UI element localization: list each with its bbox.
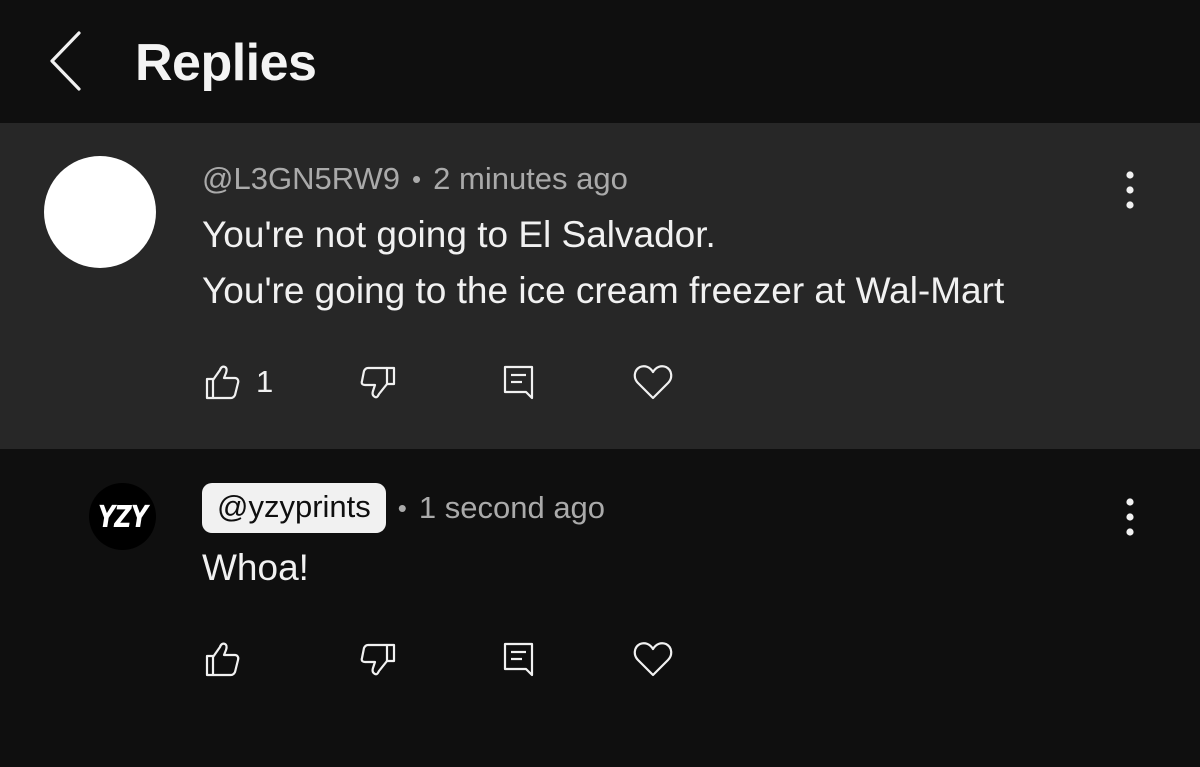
meta-separator: • <box>412 163 422 194</box>
page-title: Replies <box>135 34 317 92</box>
more-vertical-icon <box>1126 171 1134 209</box>
like-button[interactable]: 1 <box>202 352 273 412</box>
comment-actions: 1 <box>0 352 1200 412</box>
reply-comment: YZY @yzyprints • 1 second ago Whoa! <box>0 449 1200 767</box>
comment-actions <box>0 629 1200 689</box>
comment-line: You're going to the ice cream freezer at… <box>202 270 1005 311</box>
comment-text: Whoa! <box>202 540 309 596</box>
reply-button[interactable] <box>498 352 538 412</box>
like-count: 1 <box>256 364 274 399</box>
thumbs-up-icon <box>205 365 240 400</box>
author-name[interactable]: @L3GN5RW9 <box>202 161 400 197</box>
comment-meta: @L3GN5RW9 • 2 minutes ago <box>202 157 628 201</box>
comment-timestamp: 1 second ago <box>418 490 606 525</box>
comment-timestamp: 2 minutes ago <box>433 161 628 196</box>
comment-meta: @yzyprints • 1 second ago <box>202 483 605 533</box>
thumbs-up-icon <box>205 642 240 677</box>
back-button[interactable] <box>36 26 96 96</box>
heart-button[interactable] <box>632 629 674 689</box>
comment-text: You're not going to El Salvador. You're … <box>202 207 1004 319</box>
more-vertical-icon <box>1126 498 1134 536</box>
avatar[interactable]: YZY <box>89 483 156 550</box>
parent-comment: @L3GN5RW9 • 2 minutes ago You're not goi… <box>0 123 1200 449</box>
meta-separator: • <box>397 492 407 523</box>
header-bar: Replies <box>0 0 1200 123</box>
heart-icon <box>633 365 673 400</box>
thumbs-down-icon <box>360 643 396 676</box>
more-options-button[interactable] <box>1110 162 1150 218</box>
heart-icon <box>633 642 673 677</box>
reply-button[interactable] <box>498 629 538 689</box>
reply-comment-icon <box>503 365 534 400</box>
like-button[interactable] <box>202 629 256 689</box>
avatar-logo: YZY <box>97 499 148 534</box>
heart-button[interactable] <box>632 352 674 412</box>
avatar[interactable] <box>44 156 156 268</box>
dislike-button[interactable] <box>358 629 398 689</box>
dislike-button[interactable] <box>358 352 398 412</box>
comment-line: Whoa! <box>202 547 309 588</box>
thumbs-down-icon <box>360 366 396 399</box>
comment-line: You're not going to El Salvador. <box>202 214 716 255</box>
author-name-chip[interactable]: @yzyprints <box>202 483 386 533</box>
more-options-button[interactable] <box>1110 489 1150 545</box>
chevron-left-icon <box>50 31 81 91</box>
reply-comment-icon <box>503 642 534 677</box>
